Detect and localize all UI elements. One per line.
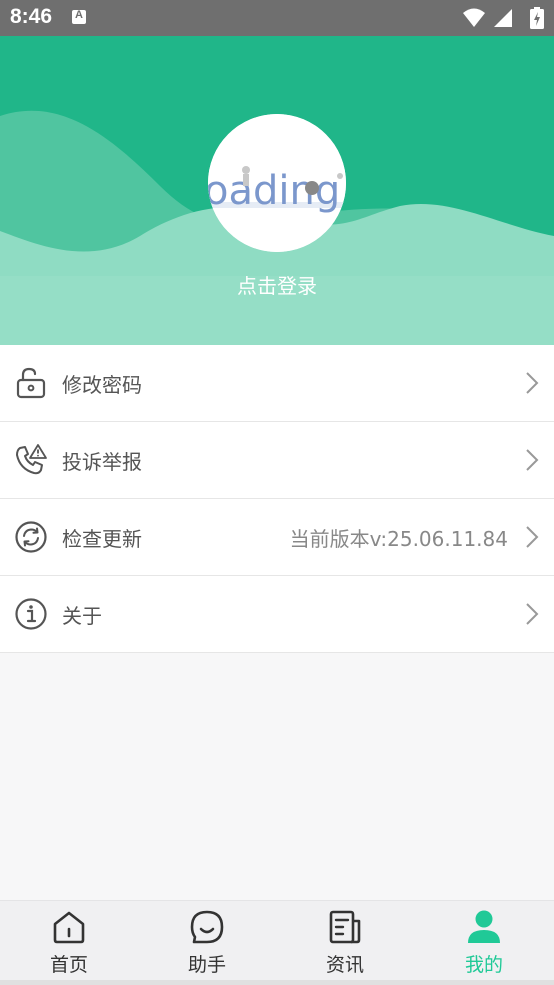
phone-alert-icon	[16, 444, 47, 475]
settings-menu: 修改密码 投诉举报 检查更新 当前版本v:25.06.11.84 关于	[0, 345, 554, 653]
chevron-right-icon	[526, 449, 539, 471]
menu-label: 投诉举报	[62, 450, 142, 474]
avatar-loading-text: oading	[208, 168, 340, 214]
nav-label: 资讯	[325, 954, 364, 976]
profile-header: oading 点击登录	[0, 36, 554, 345]
login-button[interactable]: 点击登录	[0, 270, 554, 299]
menu-item-about[interactable]: 关于	[0, 576, 554, 653]
wifi-icon	[463, 8, 485, 27]
info-circle-icon	[15, 598, 47, 630]
menu-label: 修改密码	[62, 373, 142, 397]
chat-smile-icon	[190, 910, 224, 944]
chevron-right-icon	[526, 372, 539, 394]
nav-tab-assistant[interactable]: 助手	[138, 901, 276, 985]
screen: 8:46 A oading 点击登录 修改密码 投诉举报 检查更新 当前版本v:…	[0, 0, 554, 985]
menu-label: 关于	[62, 604, 102, 628]
chevron-right-icon	[526, 526, 539, 548]
menu-item-change-password[interactable]: 修改密码	[0, 345, 554, 422]
news-icon	[329, 910, 361, 944]
avatar[interactable]: oading	[208, 114, 346, 252]
battery-icon	[530, 7, 544, 29]
refresh-circle-icon	[15, 521, 47, 553]
nav-label: 助手	[187, 954, 226, 976]
nav-tab-home[interactable]: 首页	[0, 901, 138, 985]
menu-label: 检查更新	[62, 527, 142, 551]
nav-tab-mine[interactable]: 我的	[415, 901, 553, 985]
home-indicator	[0, 980, 554, 985]
home-icon	[53, 911, 85, 944]
version-text: 当前版本v:25.06.11.84	[289, 527, 508, 551]
nav-label: 首页	[49, 954, 88, 976]
status-bar: 8:46 A	[0, 0, 554, 36]
menu-item-check-update[interactable]: 检查更新 当前版本v:25.06.11.84	[0, 499, 554, 576]
signal-icon	[494, 9, 512, 27]
nav-label: 我的	[464, 954, 503, 976]
bottom-nav: 首页 助手 资讯 我的	[0, 900, 554, 985]
status-time: 8:46	[10, 5, 53, 28]
menu-item-complaint[interactable]: 投诉举报	[0, 422, 554, 499]
nav-tab-news[interactable]: 资讯	[276, 901, 414, 985]
avatar-image: oading	[208, 114, 346, 252]
chevron-right-icon	[526, 603, 539, 625]
unlock-icon	[16, 367, 46, 399]
user-icon	[468, 910, 500, 943]
a-box-icon: A	[72, 9, 86, 24]
